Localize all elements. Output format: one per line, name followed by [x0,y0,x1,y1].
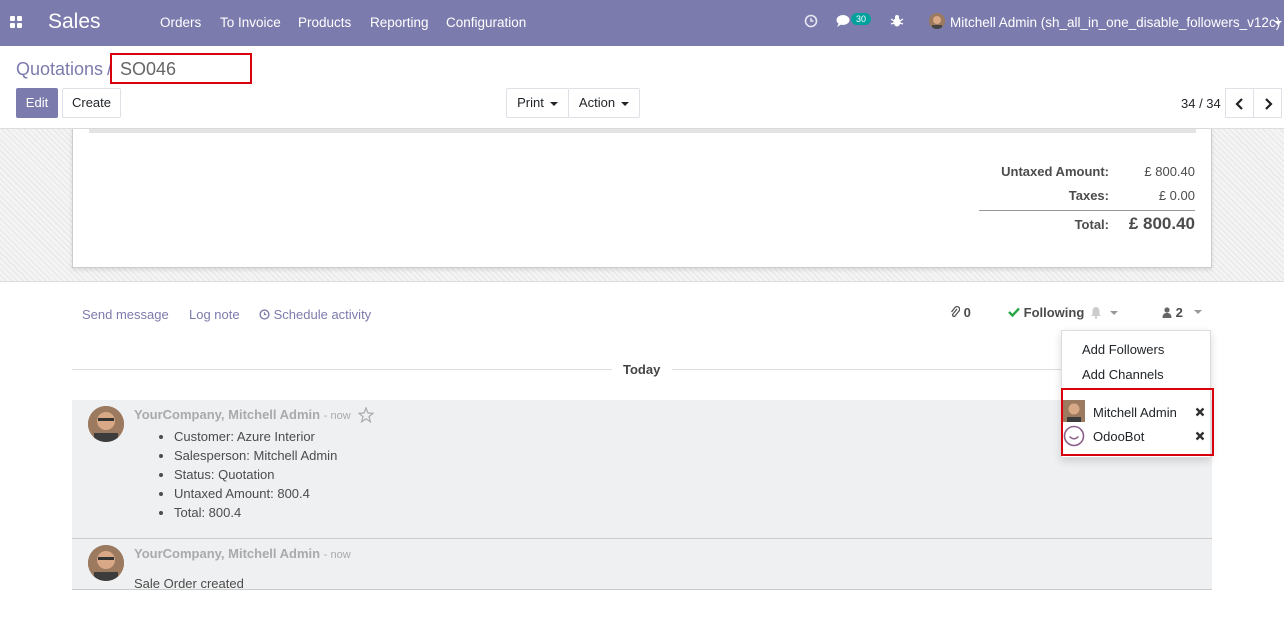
pager-value[interactable]: 34 / 34 [1181,96,1221,111]
caret-down-icon[interactable] [1110,311,1118,315]
apps-grid-icon[interactable] [10,16,22,28]
bell-icon[interactable] [1090,306,1102,319]
action-label: Action [578,95,616,110]
paperclip-icon [950,305,961,318]
star-icon[interactable] [358,407,374,423]
schedule-activity-button[interactable]: Schedule activity [259,307,371,322]
date-divider-label: Today [623,362,661,377]
top-navbar: Sales Orders To Invoice Products Reporti… [0,0,1284,46]
author-avatar[interactable] [88,545,124,581]
edit-button[interactable]: Edit [16,88,58,118]
log-note-button[interactable]: Log note [189,307,240,322]
tracking-value: Status: Quotation [174,465,337,484]
caret-down-icon [549,101,558,106]
add-channels-link[interactable]: Add Channels [1082,367,1164,382]
message-author[interactable]: YourCompany, Mitchell Admin - now [134,407,351,422]
followers-button[interactable]: 2 [1162,305,1183,320]
menu-configuration[interactable]: Configuration [446,15,526,30]
author-name: YourCompany, Mitchell Admin [134,407,321,422]
app-title: Sales [48,10,101,33]
tracking-value: Customer: Azure Interior [174,427,337,446]
check-icon [1008,307,1020,318]
caret-down-icon [621,101,630,106]
highlight-box [110,53,252,84]
caret-down-icon[interactable] [1194,310,1202,314]
message-time: - now [323,410,351,422]
taxes-value: £ 0.00 [1158,188,1195,203]
tracking-value: Total: 800.4 [174,503,337,522]
user-menu[interactable]: Mitchell Admin (sh_all_in_one_disable_fo… [950,15,1280,30]
tracking-value: Salesperson: Mitchell Admin [174,446,337,465]
author-avatar[interactable] [88,406,124,442]
menu-products[interactable]: Products [298,15,351,30]
bug-icon[interactable] [890,14,904,28]
user-icon [1162,307,1172,318]
menu-reporting[interactable]: Reporting [370,15,429,30]
attachments-button[interactable]: 0 [950,305,971,320]
pager-previous-button[interactable] [1225,88,1254,118]
schedule-activity-label: Schedule activity [273,307,372,322]
form-sheet [72,129,1212,268]
highlight-box [1061,388,1214,456]
total-value: £ 800.40 [1128,214,1195,233]
breadcrumb-quotations[interactable]: Quotations [16,59,103,80]
untaxed-amount-label: Untaxed Amount: [1001,164,1109,179]
message-item: YourCompany, Mitchell Admin - now Custom… [72,400,1212,539]
user-avatar[interactable] [929,13,945,29]
chevron-down-icon[interactable] [1274,21,1282,25]
clock-icon [259,309,270,320]
clock-icon[interactable] [804,14,818,28]
create-button[interactable]: Create [62,88,121,118]
message-body: Sale Order created [134,576,244,591]
chevron-right-icon [1264,98,1273,111]
date-divider-right [672,369,1062,370]
totals-divider [979,210,1195,211]
tracking-value: Untaxed Amount: 800.4 [174,484,337,503]
attachments-count: 0 [963,305,971,320]
tracking-values: Customer: Azure Interior Salesperson: Mi… [134,427,337,522]
message-item: YourCompany, Mitchell Admin - now Sale O… [72,539,1212,591]
messages-count-badge: 30 [851,13,872,25]
chat-icon[interactable] [836,14,852,28]
order-lines-bottom [89,129,1196,133]
following-label: Following [1023,305,1085,320]
add-followers-link[interactable]: Add Followers [1082,342,1164,357]
message-time: - now [323,549,351,561]
send-message-button[interactable]: Send message [82,307,169,322]
total-label: Total: [1074,217,1109,232]
message-author[interactable]: YourCompany, Mitchell Admin - now [134,546,351,561]
print-button[interactable]: Print [506,88,569,118]
untaxed-amount-value: £ 800.40 [1144,164,1195,179]
print-label: Print [517,95,544,110]
date-divider-left [72,369,612,370]
action-button[interactable]: Action [568,88,640,118]
following-button[interactable]: Following [1008,305,1084,320]
taxes-label: Taxes: [1068,188,1109,203]
followers-count: 2 [1175,305,1183,320]
chevron-left-icon [1234,98,1243,111]
pager-next-button[interactable] [1253,88,1282,118]
menu-to-invoice[interactable]: To Invoice [220,15,281,30]
author-name: YourCompany, Mitchell Admin [134,546,321,561]
menu-orders[interactable]: Orders [160,15,201,30]
